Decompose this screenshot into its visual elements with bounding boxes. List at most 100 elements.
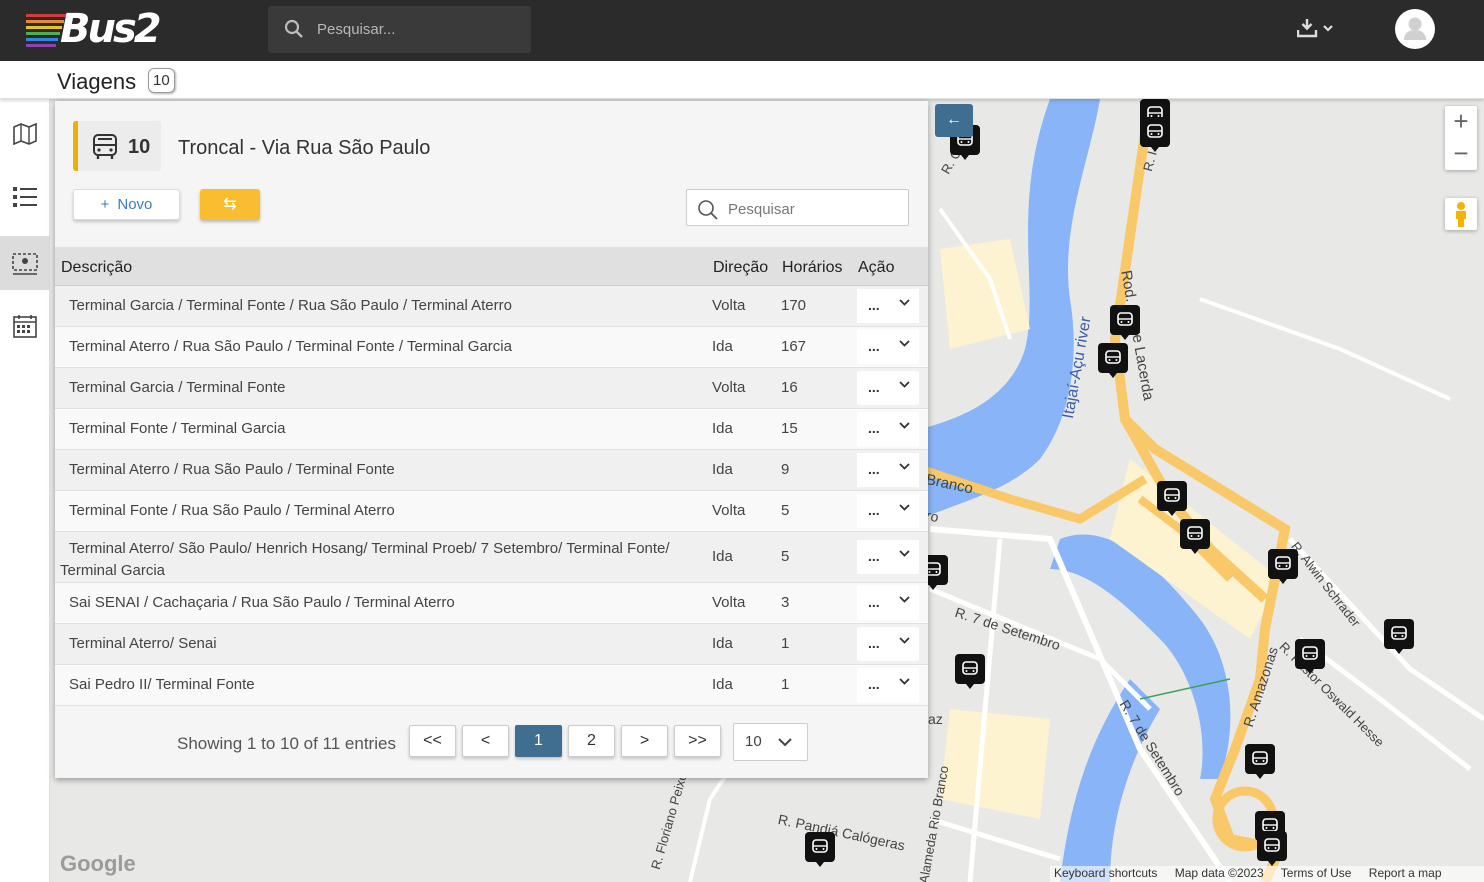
row-action-button[interactable]: ... xyxy=(857,494,919,528)
pegman-icon xyxy=(1456,202,1466,227)
bus-marker[interactable] xyxy=(1257,831,1287,866)
col-direcao[interactable]: Direção xyxy=(713,259,768,277)
per-page-select[interactable]: 10 xyxy=(733,723,808,761)
chevron-down-icon[interactable] xyxy=(899,463,910,471)
table-row[interactable]: Sai SENAI / Cachaçaria / Rua São Paulo /… xyxy=(55,583,928,624)
row-descricao: Sai Pedro II/ Terminal Fonte xyxy=(69,676,255,693)
row-action-button[interactable]: ... xyxy=(857,289,919,323)
chevron-down-icon[interactable] xyxy=(899,299,910,307)
chevron-down-icon[interactable] xyxy=(899,678,910,686)
bus-marker[interactable] xyxy=(1245,744,1275,779)
page-1-button[interactable]: 1 xyxy=(515,725,562,757)
row-action-label: ... xyxy=(868,379,880,395)
table-row[interactable]: Terminal Fonte / Terminal Garcia Ida 15... xyxy=(55,409,928,450)
row-direcao: Ida xyxy=(712,338,733,355)
table-row[interactable]: Terminal Fonte / Rua São Paulo / Termina… xyxy=(55,491,928,532)
chevron-down-icon[interactable] xyxy=(899,596,910,604)
table-row[interactable]: Terminal Aterro / Rua São Paulo / Termin… xyxy=(55,327,928,368)
top-bar: Bus2 Pesquisar... xyxy=(0,0,1484,61)
prev-page-button[interactable]: < xyxy=(462,725,509,757)
bus-marker[interactable] xyxy=(1268,549,1298,584)
chevron-down-icon[interactable] xyxy=(899,422,910,430)
bus-marker[interactable] xyxy=(1384,619,1414,654)
swap-direction-button[interactable]: ⇆ xyxy=(200,189,260,220)
trip-count-badge: 10 xyxy=(148,68,175,93)
row-action-button[interactable]: ... xyxy=(857,668,919,702)
terms-link[interactable]: Terms of Use xyxy=(1281,866,1352,880)
col-horarios[interactable]: Horários xyxy=(782,259,842,277)
route-name: Troncal - Via Rua São Paulo xyxy=(178,137,431,159)
bus-icon xyxy=(93,134,117,159)
plus-icon: + xyxy=(100,196,110,213)
bus-icon xyxy=(1302,646,1318,660)
nav-trips[interactable] xyxy=(0,236,50,290)
search-icon xyxy=(698,200,718,220)
table-search-input[interactable]: Pesquisar xyxy=(686,189,909,226)
zoom-in-button[interactable]: + xyxy=(1445,106,1477,138)
row-horarios: 170 xyxy=(781,297,807,314)
table-row[interactable]: Terminal Aterro / Rua São Paulo / Termin… xyxy=(55,450,928,491)
bus-marker[interactable] xyxy=(1140,117,1170,152)
nav-list[interactable] xyxy=(0,170,50,224)
zoom-out-button[interactable]: − xyxy=(1445,138,1477,170)
row-descricao: Terminal Fonte / Terminal Garcia xyxy=(69,420,286,437)
new-trip-label: Novo xyxy=(117,196,153,213)
next-page-button[interactable]: > xyxy=(621,725,668,757)
row-descricao: Terminal Aterro/ Senai xyxy=(69,635,217,652)
chevron-down-icon[interactable] xyxy=(899,340,910,348)
keyboard-shortcuts-link[interactable]: Keyboard shortcuts xyxy=(1054,866,1157,880)
bus-marker[interactable] xyxy=(1110,305,1140,340)
bus-marker[interactable] xyxy=(1157,481,1187,516)
bus-marker[interactable] xyxy=(805,832,835,867)
bus-marker[interactable] xyxy=(1180,519,1210,554)
table-row[interactable]: Terminal Garcia / Terminal Fonte / Rua S… xyxy=(55,286,928,327)
last-page-button[interactable]: >> xyxy=(674,725,721,757)
route-icon xyxy=(12,253,38,275)
row-action-button[interactable]: ... xyxy=(857,330,919,364)
row-action-button[interactable]: ... xyxy=(857,371,919,405)
bus-marker[interactable] xyxy=(1098,343,1128,378)
row-horarios: 5 xyxy=(781,548,790,565)
page-2-button[interactable]: 2 xyxy=(568,725,615,757)
nav-map[interactable] xyxy=(0,107,50,161)
row-horarios: 15 xyxy=(781,420,798,437)
row-descricao: Terminal Aterro / Rua São Paulo / Termin… xyxy=(69,338,512,355)
row-direcao: Ida xyxy=(712,676,733,693)
collapse-panel-button[interactable]: ← xyxy=(935,104,973,137)
row-action-label: ... xyxy=(868,338,880,354)
chevron-down-icon[interactable] xyxy=(899,504,910,512)
table-body: Terminal Garcia / Terminal Fonte / Rua S… xyxy=(55,286,928,706)
left-sidebar xyxy=(0,99,50,882)
new-trip-button[interactable]: + Novo xyxy=(73,189,180,220)
row-action-button[interactable]: ... xyxy=(857,586,919,620)
global-search-input[interactable]: Pesquisar... xyxy=(268,6,531,53)
map-footer: Keyboard shortcuts Map data ©2023 Terms … xyxy=(1050,866,1484,882)
bus-marker[interactable] xyxy=(1295,639,1325,674)
row-action-button[interactable]: ... xyxy=(857,540,919,574)
nav-calendar[interactable] xyxy=(0,299,50,353)
pagination-info: Showing 1 to 10 of 11 entries xyxy=(177,734,396,753)
row-action-button[interactable]: ... xyxy=(857,412,919,446)
chevron-down-icon[interactable] xyxy=(899,381,910,389)
table-row[interactable]: Terminal Aterro/ São Paulo/ Henrich Hosa… xyxy=(55,532,928,583)
first-page-button[interactable]: << xyxy=(409,725,456,757)
user-avatar[interactable] xyxy=(1395,9,1435,49)
chevron-down-icon[interactable] xyxy=(899,637,910,645)
row-action-button[interactable]: ... xyxy=(857,453,919,487)
row-action-label: ... xyxy=(868,548,880,564)
bus-icon xyxy=(1275,556,1291,570)
table-row[interactable]: Terminal Aterro/ Senai Ida 1... xyxy=(55,624,928,665)
row-descricao: Terminal Fonte / Rua São Paulo / Termina… xyxy=(69,502,395,519)
col-descricao[interactable]: Descrição xyxy=(61,259,132,277)
row-direcao: Volta xyxy=(712,594,746,611)
download-menu-button[interactable] xyxy=(1296,18,1337,43)
bus-marker[interactable] xyxy=(955,654,985,689)
row-action-button[interactable]: ... xyxy=(857,627,919,661)
table-row[interactable]: Sai Pedro II/ Terminal Fonte Ida 1... xyxy=(55,665,928,706)
table-row[interactable]: Terminal Garcia / Terminal Fonte Volta 16.… xyxy=(55,368,928,409)
street-view-button[interactable] xyxy=(1445,198,1477,230)
app-logo[interactable]: Bus2 xyxy=(26,6,176,52)
bus-icon xyxy=(1252,751,1268,765)
chevron-down-icon[interactable] xyxy=(899,550,910,558)
logo-stripe xyxy=(26,20,64,23)
